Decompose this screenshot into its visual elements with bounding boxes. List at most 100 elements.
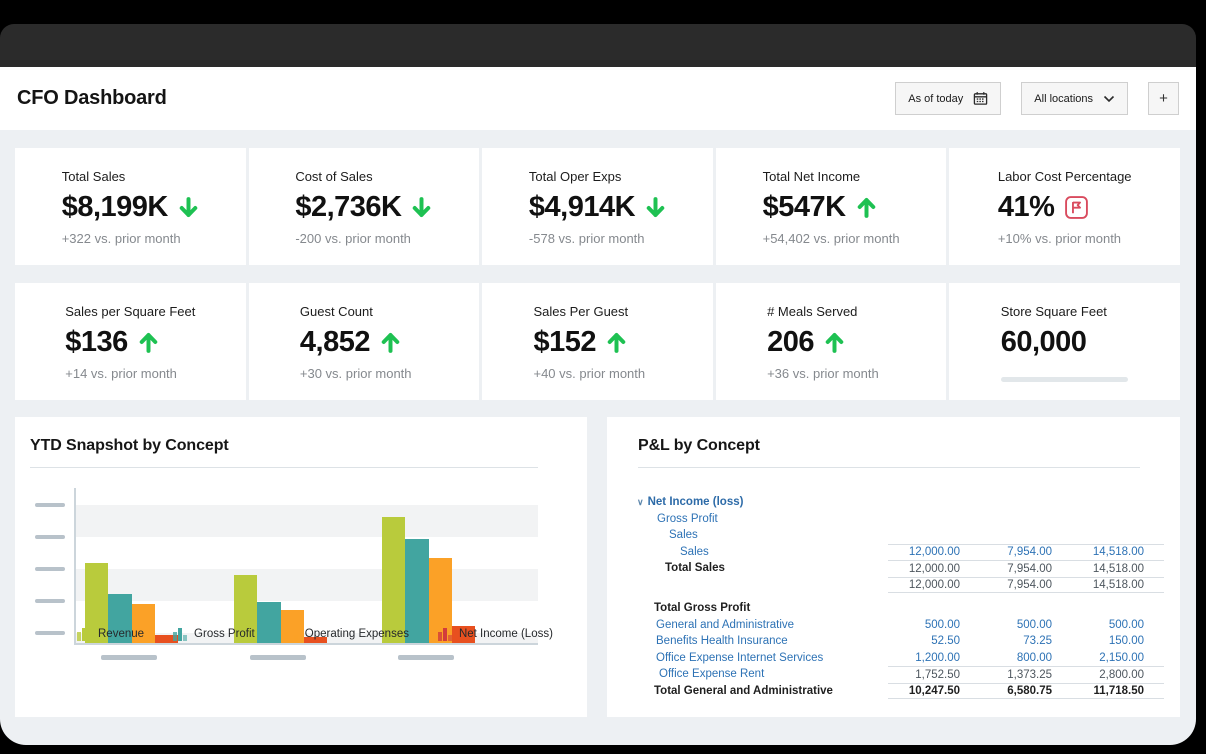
kpi-label: Total Sales (62, 169, 199, 184)
kpi-label: Sales Per Guest (533, 304, 661, 319)
pnl-row-general-and-administrative: General and Administrative500.00500.0050… (631, 617, 1164, 634)
window-chrome-bar (0, 24, 1196, 67)
kpi-change: -200 vs. prior month (295, 231, 432, 246)
trend-up-icon (606, 331, 627, 354)
kpi-label: # Meals Served (767, 304, 895, 319)
pnl-value-cell: 1,373.25 (980, 669, 1072, 681)
location-filter-select[interactable]: All locations (1021, 82, 1128, 115)
pnl-account-link[interactable]: General and Administrative (631, 619, 888, 631)
pnl-row-total-sales: Total Sales12,000.007,954.0014,518.00 (631, 560, 1164, 577)
legend-item-gross-profit[interactable]: Gross Profit (173, 627, 255, 641)
pnl-row-sales: Sales12,000.007,954.0014,518.00 (631, 544, 1164, 561)
kpi-label: Total Oper Exps (529, 169, 666, 184)
legend-label: Operating Expenses (305, 628, 409, 640)
kpi-content: Total Net Income $547K +54,402 vs. prior… (763, 169, 900, 246)
pnl-values: 1,752.501,373.252,800.00 (888, 666, 1164, 683)
pnl-label-text: Benefits Health Insurance (656, 635, 788, 647)
date-filter-button[interactable]: As of today (895, 82, 1001, 115)
y-axis-tick-placeholder (35, 503, 65, 507)
kpi-card-sales-per-square-feet[interactable]: Sales per Square Feet $136 +14 vs. prior… (15, 283, 246, 400)
legend-item-net-income-loss-[interactable]: Net Income (Loss) (438, 627, 553, 641)
trend-up-icon (856, 196, 877, 219)
pnl-account-link[interactable]: Office Expense Internet Services (631, 652, 888, 664)
pnl-value-cell: 7,954.00 (980, 563, 1072, 575)
kpi-value: 41% (998, 191, 1055, 224)
pnl-value-cell: 2,800.00 (1072, 669, 1164, 681)
pnl-panel-title: P&L by Concept (607, 417, 1180, 455)
kpi-value: $136 (65, 326, 128, 359)
pnl-account-link[interactable]: Sales (631, 546, 888, 558)
kpi-card--meals-served[interactable]: # Meals Served 206 +36 vs. prior month (716, 283, 947, 400)
flag-icon (1064, 195, 1089, 220)
pnl-value-cell: 1,200.00 (888, 652, 980, 664)
legend-item-revenue[interactable]: Revenue (77, 627, 144, 641)
y-axis-tick-placeholder (35, 599, 65, 603)
kpi-change: +10% vs. prior month (998, 231, 1132, 246)
kpi-card-total-sales[interactable]: Total Sales $8,199K +322 vs. prior month (15, 148, 246, 265)
kpi-card-store-square-feet[interactable]: Store Square Feet 60,000 (949, 283, 1180, 400)
pnl-value-cell: 10,247.50 (888, 685, 980, 697)
kpi-card-cost-of-sales[interactable]: Cost of Sales $2,736K -200 vs. prior mon… (249, 148, 480, 265)
pnl-account-link[interactable]: Benefits Health Insurance (631, 635, 888, 647)
bar-group-3 (382, 517, 475, 643)
dashboard-window: CFO Dashboard As of today (0, 67, 1196, 745)
kpi-change: +30 vs. prior month (300, 366, 428, 381)
legend-mini-bars-icon (438, 627, 452, 641)
kpi-card-total-net-income[interactable]: Total Net Income $547K +54,402 vs. prior… (716, 148, 947, 265)
pnl-label-text: Gross Profit (657, 513, 718, 525)
x-axis-label-placeholder (398, 655, 454, 660)
location-filter-label: All locations (1034, 93, 1093, 105)
pnl-account-link[interactable]: Gross Profit (631, 513, 888, 525)
pnl-total-label: Total General and Administrative (631, 685, 888, 697)
pnl-account-link[interactable]: Sales (631, 529, 888, 541)
kpi-label: Guest Count (300, 304, 428, 319)
add-widget-button[interactable]: + (1148, 82, 1179, 115)
kpi-card-sales-per-guest[interactable]: Sales Per Guest $152 +40 vs. prior month (482, 283, 713, 400)
kpi-change: +322 vs. prior month (62, 231, 199, 246)
legend-item-operating-expenses[interactable]: Operating Expenses (284, 627, 409, 641)
kpi-label: Total Net Income (763, 169, 900, 184)
pnl-label-text: Total Sales (665, 562, 725, 574)
kpi-value: $2,736K (295, 191, 401, 224)
trend-down-icon (411, 196, 432, 219)
y-axis-tick-placeholder (35, 567, 65, 571)
chevron-down-icon[interactable]: ∨ (637, 497, 644, 507)
legend-mini-bars-icon (77, 627, 91, 641)
bar-revenue (382, 517, 405, 643)
pnl-value-cell: 12,000.00 (888, 563, 980, 575)
trend-up-icon (138, 331, 159, 354)
pnl-account-link[interactable]: Office Expense Rent (631, 668, 888, 680)
kpi-card-labor-cost-percentage[interactable]: Labor Cost Percentage 41% +10% vs. prior… (949, 148, 1180, 265)
pnl-table: ∨Net Income (loss)Gross ProfitSalesSales… (631, 494, 1164, 699)
pnl-label-text: Total Gross Profit (654, 602, 750, 614)
pnl-row-total-gross-profit: Total Gross Profit (631, 600, 1164, 617)
pnl-label-text: Sales (680, 546, 709, 558)
pnl-value-cell: 1,752.50 (888, 669, 980, 681)
kpi-value: $152 (533, 326, 596, 359)
header-controls: As of today All locations (895, 82, 1179, 115)
pnl-row-sales: Sales (631, 527, 1164, 544)
kpi-content: Store Square Feet 60,000 (1001, 304, 1129, 382)
pnl-values: 52.5073.25150.00 (888, 633, 1164, 650)
kpi-card-total-oper-exps[interactable]: Total Oper Exps $4,914K -578 vs. prior m… (482, 148, 713, 265)
pnl-account-link[interactable]: ∨Net Income (loss) (631, 496, 888, 508)
pnl-row-office-expense-internet-services: Office Expense Internet Services1,200.00… (631, 650, 1164, 667)
y-axis-tick-placeholder (35, 535, 65, 539)
kpi-change: +40 vs. prior month (533, 366, 661, 381)
pnl-values: 1,200.00800.002,150.00 (888, 650, 1164, 667)
legend-label: Revenue (98, 628, 144, 640)
pnl-value-cell: 73.25 (980, 635, 1072, 647)
legend-label: Gross Profit (194, 628, 255, 640)
kpi-placeholder-bar (1001, 377, 1128, 382)
kpi-change: +36 vs. prior month (767, 366, 895, 381)
kpi-content: Labor Cost Percentage 41% +10% vs. prior… (998, 169, 1132, 246)
bottom-panels: YTD Snapshot by Concept Revenue Gross Pr… (15, 417, 1180, 717)
trend-up-icon (824, 331, 845, 354)
legend-mini-bars-icon (284, 627, 298, 641)
pnl-title-divider (638, 467, 1140, 468)
kpi-change: +14 vs. prior month (65, 366, 195, 381)
screen: CFO Dashboard As of today (0, 0, 1206, 754)
pnl-values: 500.00500.00500.00 (888, 617, 1164, 634)
kpi-card-guest-count[interactable]: Guest Count 4,852 +30 vs. prior month (249, 283, 480, 400)
pnl-value-cell: 500.00 (1072, 619, 1164, 631)
